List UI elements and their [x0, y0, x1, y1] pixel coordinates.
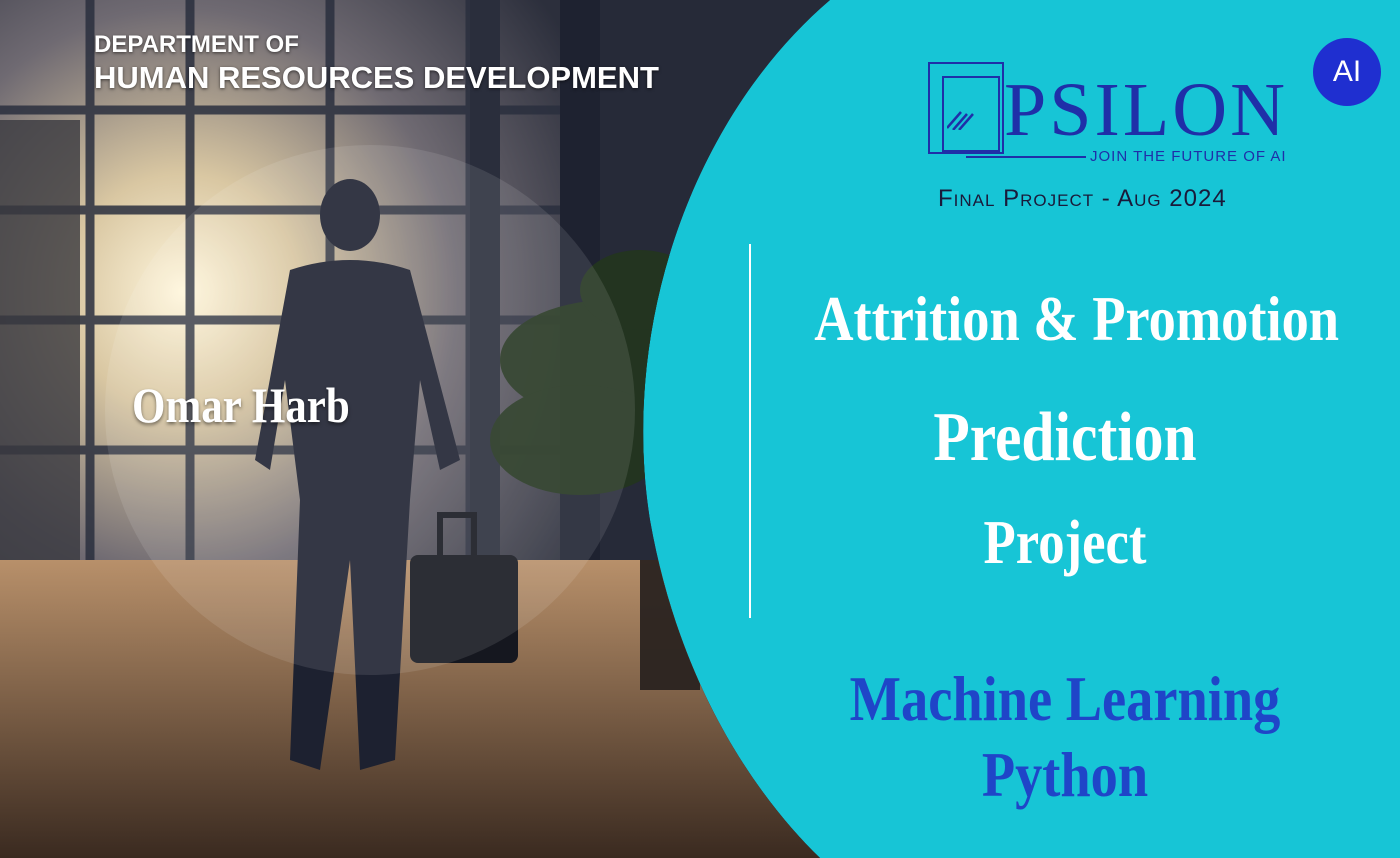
logo-e-mark-icon [928, 62, 1004, 154]
vertical-divider [749, 244, 751, 618]
title-line-3: Project [983, 509, 1147, 577]
department-heading: DEPARTMENT OF HUMAN RESOURCES DEVELOPMEN… [94, 30, 659, 96]
project-subtitle: Final Project - Aug 2024 [938, 185, 1227, 212]
ai-badge: AI [1313, 38, 1381, 106]
department-line-2: HUMAN RESOURCES DEVELOPMENT [94, 60, 659, 95]
department-line-1: DEPARTMENT OF [94, 31, 299, 58]
title-line-1: Attrition & Promotion [814, 283, 1340, 354]
logo-tagline: JOIN THE FUTURE OF AI [1090, 148, 1287, 165]
title-line-2: Prediction [933, 399, 1197, 476]
logo-wordmark: PSILON [1004, 68, 1289, 152]
presenter-name: Omar Harb [132, 377, 350, 433]
tech-line-2: Python [981, 739, 1149, 810]
logo-underline [966, 156, 1086, 158]
tech-line-1: Machine Learning [849, 663, 1281, 734]
